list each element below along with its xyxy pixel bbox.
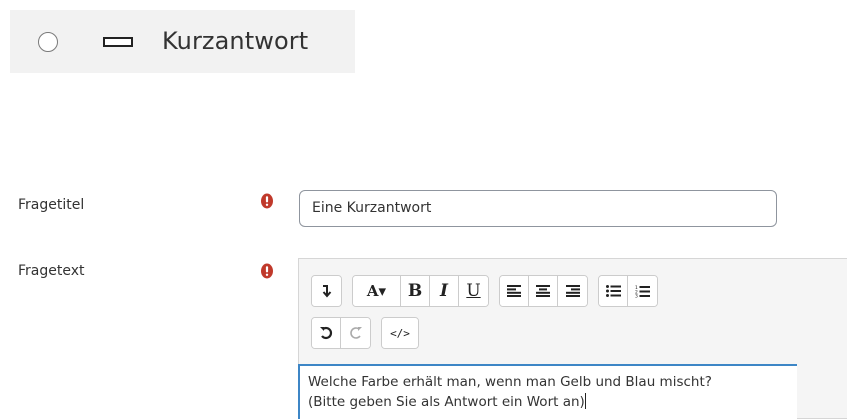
- text-caret: [584, 393, 586, 409]
- content-line-2-text: (Bitte geben Sie als Antwort ein Wort an…: [308, 394, 585, 410]
- bold-label: B: [407, 281, 423, 301]
- toolbar-group-history: [311, 317, 371, 349]
- content-line-1: Welche Farbe erhält man, wenn man Gelb u…: [308, 374, 712, 390]
- italic-button[interactable]: I: [430, 276, 459, 306]
- font-style-label: A▾: [366, 282, 387, 300]
- editor-toolbar-row-1: A▾ B I U 1 2 3: [311, 275, 668, 307]
- question-type-title: Kurzantwort: [162, 27, 309, 55]
- align-center-button[interactable]: [529, 276, 558, 306]
- list-ol-icon: 123: [635, 285, 650, 298]
- exclamation-circle-icon: [260, 263, 274, 279]
- arrow-down-icon: [322, 284, 332, 298]
- radio-unchecked-icon[interactable]: [38, 32, 58, 52]
- redo-button[interactable]: [341, 318, 370, 348]
- svg-text:3: 3: [635, 293, 638, 297]
- redo-icon: [349, 326, 363, 340]
- italic-label: I: [440, 281, 448, 301]
- unordered-list-button[interactable]: [599, 276, 628, 306]
- font-style-button[interactable]: A▾: [353, 276, 401, 306]
- question-title-label: Fragetitel: [18, 197, 85, 213]
- toolbar-group-collapse: [311, 275, 342, 307]
- editor-content-area[interactable]: Welche Farbe erhält man, wenn man Gelb u…: [298, 364, 797, 419]
- toolbar-group-align: [499, 275, 588, 307]
- editor-toolbar-row-2: </>: [311, 317, 429, 349]
- bold-button[interactable]: B: [401, 276, 430, 306]
- rich-text-editor: A▾ B I U 1 2 3 </> Welche Farbe erhält m…: [298, 258, 847, 419]
- align-right-icon: [565, 285, 580, 297]
- toolbar-group-lists: 123: [598, 275, 658, 307]
- short-answer-rect-icon: [103, 37, 133, 47]
- ordered-list-button[interactable]: 123: [628, 276, 657, 306]
- align-left-icon: [507, 285, 521, 297]
- collapse-toolbar-button[interactable]: [312, 276, 341, 306]
- toolbar-group-style: A▾ B I U: [352, 275, 489, 307]
- html-source-button[interactable]: </>: [382, 318, 418, 348]
- code-icon: </>: [390, 326, 410, 340]
- content-line-2: (Bitte geben Sie als Antwort ein Wort an…: [308, 392, 789, 412]
- exclamation-circle-icon: [260, 193, 274, 209]
- align-center-icon: [536, 285, 550, 297]
- question-text-label: Fragetext: [18, 263, 85, 279]
- undo-icon: [319, 326, 333, 340]
- align-right-button[interactable]: [558, 276, 587, 306]
- toolbar-group-source: </>: [381, 317, 419, 349]
- question-title-input[interactable]: Eine Kurzantwort: [299, 190, 777, 227]
- list-ul-icon: [605, 285, 621, 297]
- undo-button[interactable]: [312, 318, 341, 348]
- underline-button[interactable]: U: [459, 276, 488, 306]
- underline-label: U: [466, 281, 481, 301]
- question-type-header[interactable]: Kurzantwort: [10, 10, 355, 73]
- align-left-button[interactable]: [500, 276, 529, 306]
